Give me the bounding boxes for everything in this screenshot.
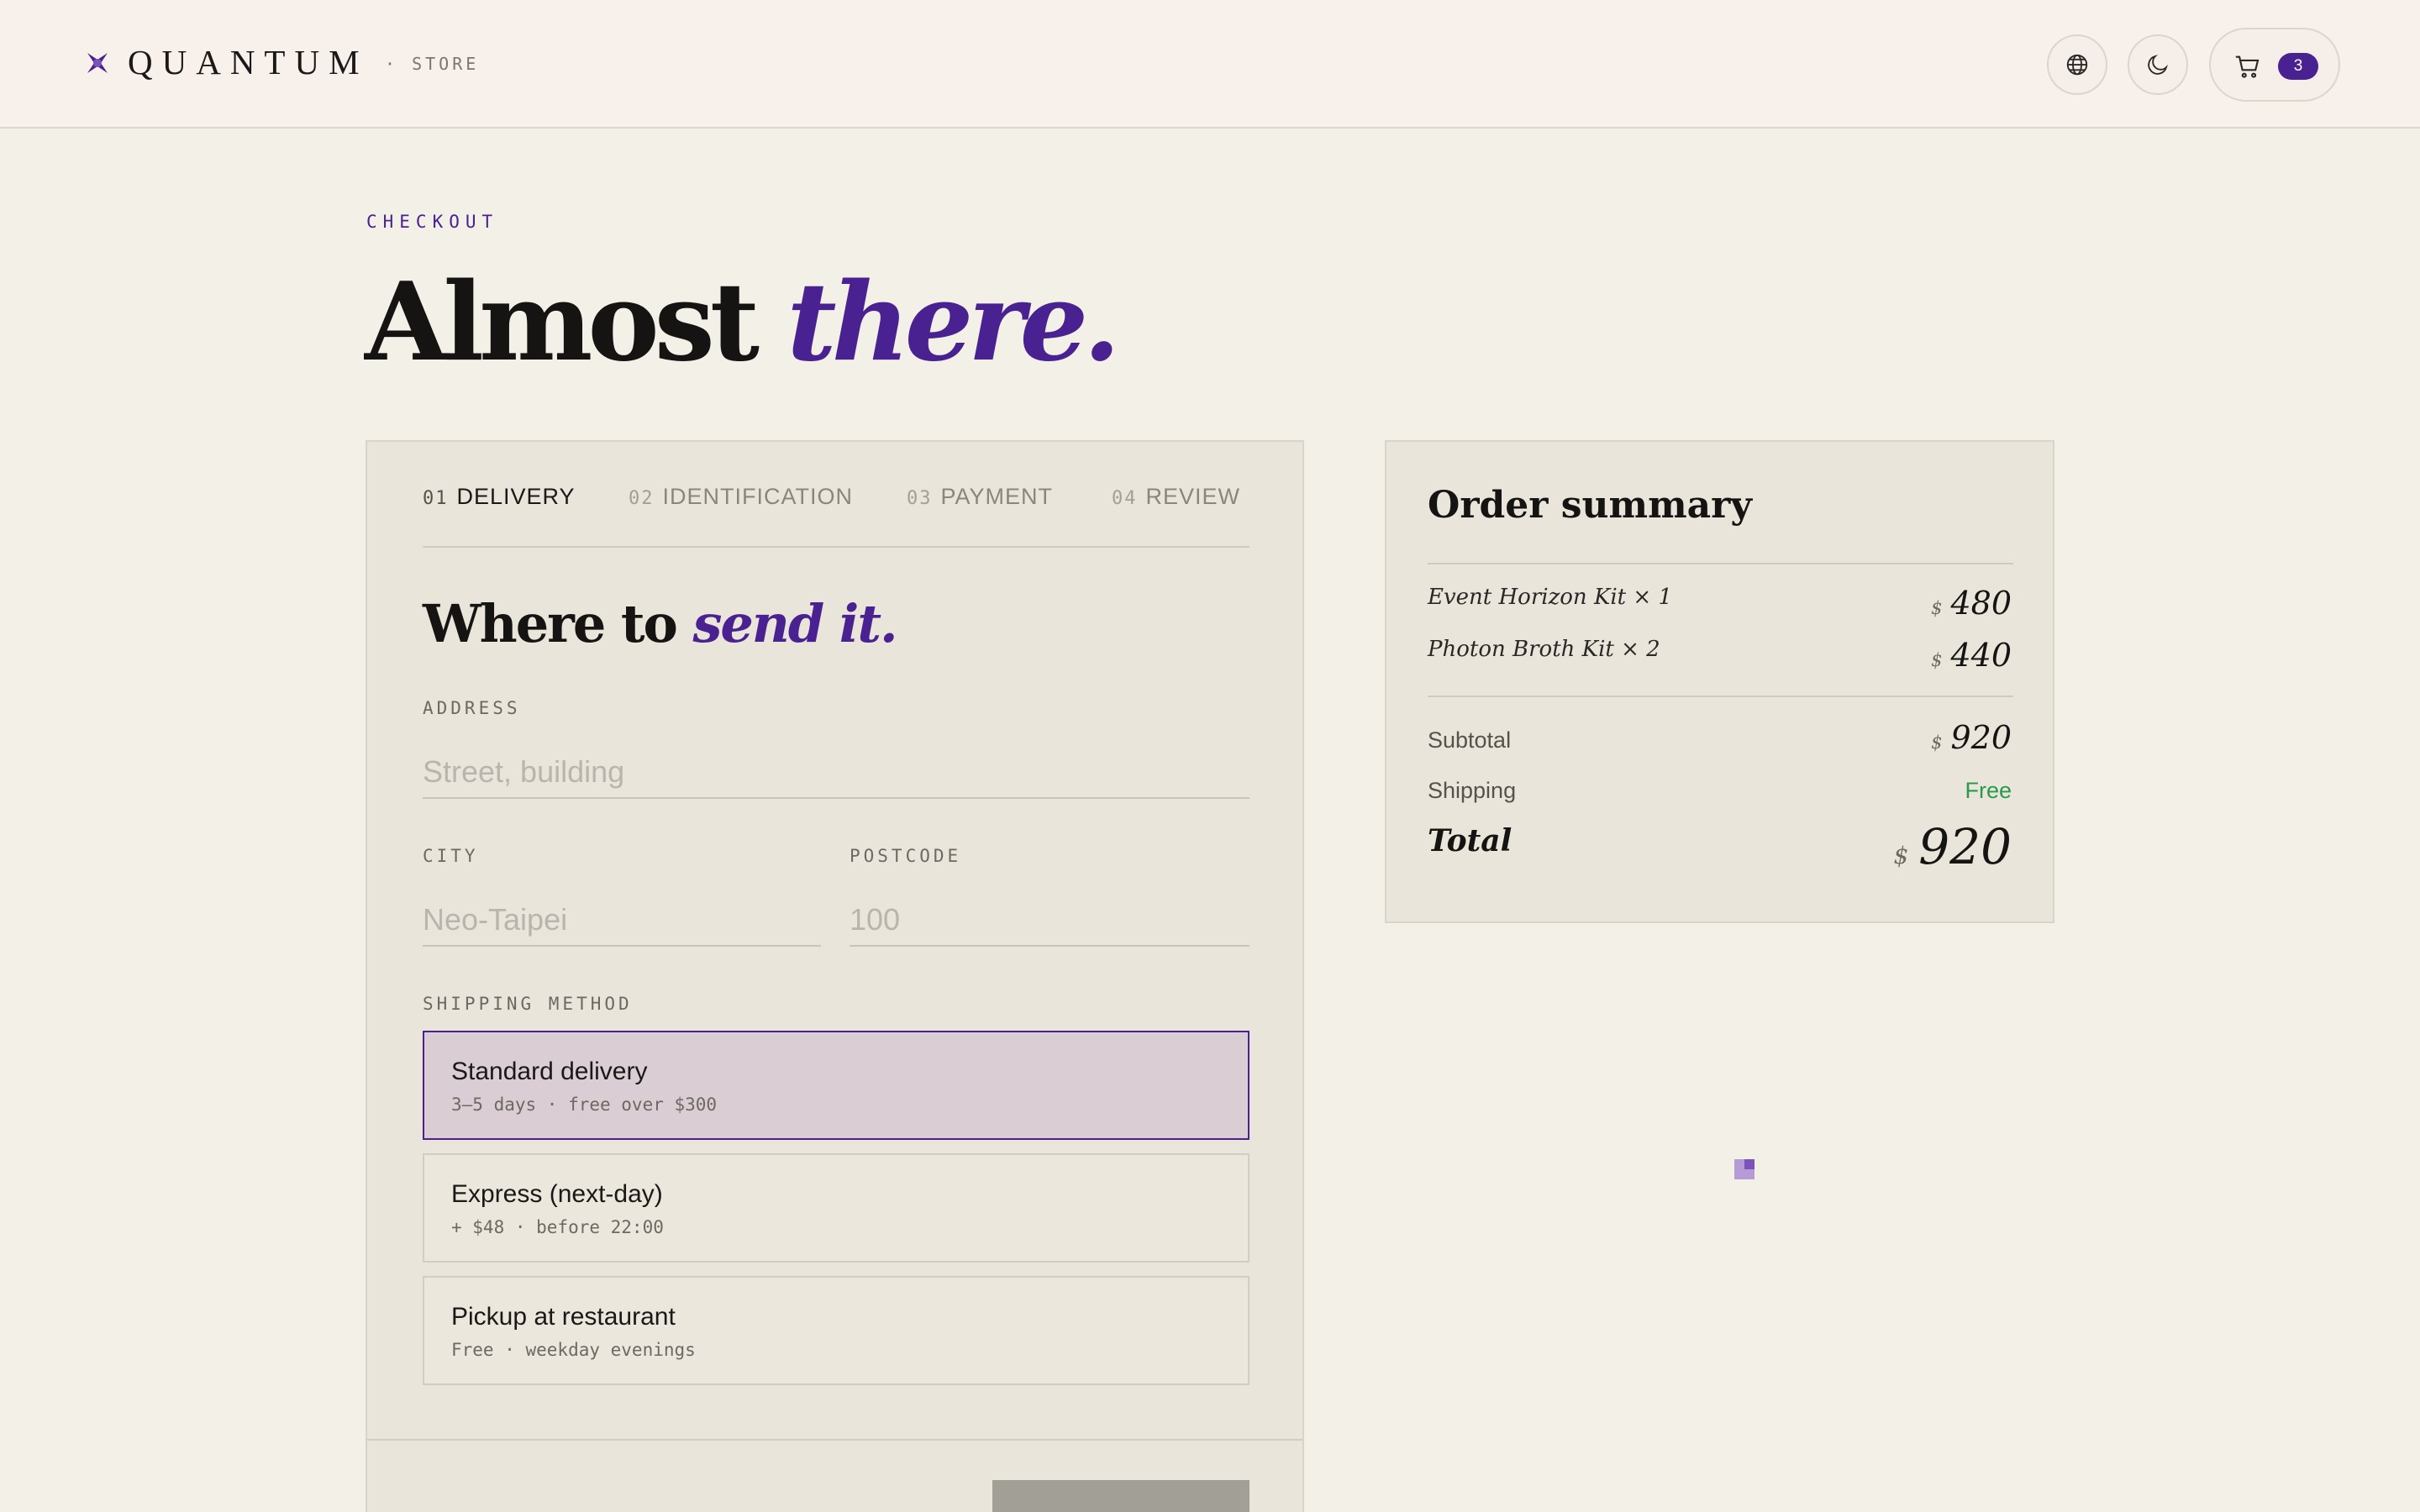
step-label: DELIVERY <box>456 484 576 509</box>
currency-symbol: $ <box>1931 598 1943 618</box>
order-summary: Order summary Event Horizon Kit × 1 $480… <box>1385 440 2054 923</box>
step-review[interactable]: 04 REVIEW <box>1112 484 1240 510</box>
address-input[interactable] <box>423 747 1249 799</box>
step-payment[interactable]: 03 PAYMENT <box>907 484 1053 510</box>
price-value: 920 <box>1950 719 2012 756</box>
step-label: IDENTIFICATION <box>662 484 853 509</box>
city-input[interactable] <box>423 895 821 947</box>
step-delivery[interactable]: 01 DELIVERY <box>423 484 576 510</box>
summary-divider <box>1428 563 2013 564</box>
currency-symbol: $ <box>1931 732 1943 753</box>
currency-symbol: $ <box>1931 650 1943 670</box>
page-title-accent: there. <box>786 260 1121 386</box>
brand-name[interactable]: QUANTUM <box>128 42 369 82</box>
summary-item-name: Photon Broth Kit × 2 <box>1428 637 1660 662</box>
moon-icon <box>2148 55 2168 75</box>
top-bar: QUANTUM · STORE 3 <box>0 0 2420 129</box>
page-title-plain: Almost <box>365 260 760 386</box>
shipping-label: Shipping <box>1428 778 1517 803</box>
globe-icon <box>2066 54 2088 76</box>
shipping-option-standard[interactable]: Standard delivery 3–5 days · free over $… <box>423 1031 1249 1140</box>
currency-symbol: $ <box>1893 842 1909 869</box>
shipping-option-express[interactable]: Express (next-day) + $48 · before 22:00 <box>423 1153 1249 1263</box>
section-title: Where to send it. <box>423 593 898 654</box>
price-value: 440 <box>1950 637 2012 674</box>
total-label: Total <box>1428 823 1512 858</box>
summary-divider <box>1428 696 2013 697</box>
section-title-accent: send it. <box>692 593 897 654</box>
shipping-option-pickup[interactable]: Pickup at restaurant Free · weekday even… <box>423 1276 1249 1385</box>
card-footer-divider <box>367 1439 1302 1441</box>
shipping-value: Free <box>1965 778 2012 803</box>
shipping-method-label: SHIPPING METHOD <box>423 994 633 1014</box>
step-number: 02 <box>629 488 655 509</box>
city-label: CITY <box>423 846 479 866</box>
step-number: 01 <box>423 488 449 509</box>
section-title-plain: Where to <box>423 593 678 654</box>
postcode-input[interactable] <box>850 895 1249 947</box>
total-value: $920 <box>1893 818 2012 875</box>
page-title: Almost there. <box>365 255 1121 390</box>
price-value: 920 <box>1918 818 2012 875</box>
step-number: 03 <box>907 488 933 509</box>
theme-toggle-button[interactable] <box>2128 34 2188 95</box>
subtotal-label: Subtotal <box>1428 727 1512 753</box>
cart-count-badge: 3 <box>2278 53 2318 80</box>
cart-icon <box>2235 55 2260 78</box>
price-value: 480 <box>1950 585 2012 622</box>
summary-title: Order summary <box>1428 484 1752 527</box>
checkout-eyebrow: CHECKOUT <box>366 212 499 232</box>
shipping-option-title: Standard delivery <box>451 1058 648 1085</box>
language-button[interactable] <box>2047 34 2107 95</box>
cart-button[interactable]: 3 <box>2209 28 2340 102</box>
quantum-logo-icon[interactable] <box>86 51 109 75</box>
checkout-steps: 01 DELIVERY 02 IDENTIFICATION 03 PAYMENT 04… <box>423 484 1249 548</box>
step-label: PAYMENT <box>940 484 1054 509</box>
summary-item-price: $480 <box>1931 585 2012 622</box>
step-label: REVIEW <box>1145 484 1241 509</box>
step-number: 04 <box>1112 488 1138 509</box>
shipping-option-subtitle: 3–5 days · free over $300 <box>451 1095 718 1115</box>
summary-item-price: $440 <box>1931 637 2012 674</box>
floating-mark <box>1734 1159 1754 1179</box>
continue-button[interactable] <box>992 1480 1249 1512</box>
store-tag: · STORE <box>385 54 480 74</box>
step-identification[interactable]: 02 IDENTIFICATION <box>629 484 853 510</box>
checkout-card: 01 DELIVERY 02 IDENTIFICATION 03 PAYMENT 04… <box>366 440 1304 1512</box>
shipping-option-title: Pickup at restaurant <box>451 1303 676 1331</box>
shipping-option-title: Express (next-day) <box>451 1180 663 1208</box>
summary-item-name: Event Horizon Kit × 1 <box>1428 585 1672 610</box>
shipping-option-subtitle: Free · weekday evenings <box>451 1340 696 1360</box>
subtotal-value: $920 <box>1931 719 2012 756</box>
shipping-option-subtitle: + $48 · before 22:00 <box>451 1217 664 1237</box>
postcode-label: POSTCODE <box>850 846 962 866</box>
address-label: ADDRESS <box>423 698 521 718</box>
